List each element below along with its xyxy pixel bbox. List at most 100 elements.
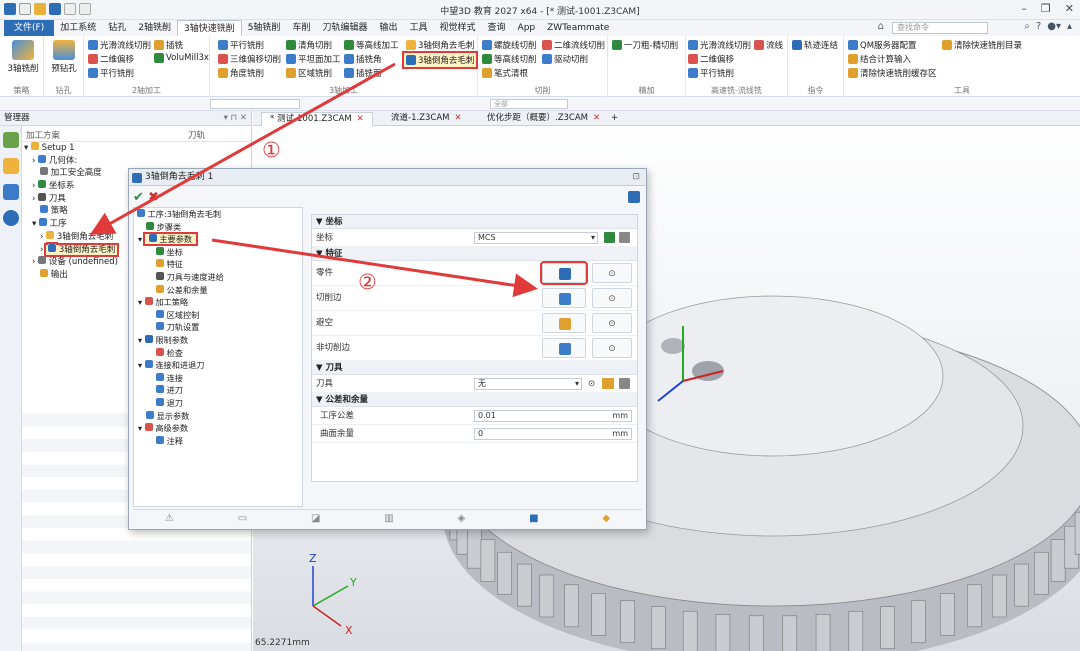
settings-icon[interactable]: ●▾ bbox=[1047, 21, 1061, 32]
combined-calc-input-button[interactable]: 结合计算输入 bbox=[848, 53, 911, 65]
tool-library-icon[interactable] bbox=[602, 378, 614, 389]
cut-edge-visibility-button[interactable]: ⊙ bbox=[592, 288, 632, 308]
dtree-strategy[interactable]: ▾ 加工策略 bbox=[134, 296, 302, 309]
flowline-button[interactable]: 流线 bbox=[754, 39, 783, 51]
dtree-tolerance[interactable]: 公差和余量 bbox=[134, 284, 302, 297]
dtree-path-settings[interactable]: 刀轨设置 bbox=[134, 321, 302, 334]
user-tab-icon[interactable] bbox=[3, 210, 19, 226]
verify-icon[interactable]: ◪ bbox=[311, 513, 320, 524]
drive-cut-button[interactable]: 驱动切削 bbox=[542, 53, 588, 65]
close-tab-icon[interactable]: ✕ bbox=[357, 114, 364, 124]
dtree-operation[interactable]: 工序:3轴倒角去毛刺 bbox=[134, 208, 302, 221]
hsm-smooth-flowline-button[interactable]: 光滑流线切削 bbox=[688, 39, 751, 51]
menu-drilling[interactable]: 钻孔 bbox=[102, 20, 132, 36]
part-visibility-button[interactable]: ⊙ bbox=[592, 263, 632, 283]
new-tab-button[interactable]: + bbox=[603, 112, 626, 126]
menu-5axis-milling[interactable]: 5轴铣削 bbox=[242, 20, 287, 36]
tab-opt-step-doc[interactable]: 优化步距（概要）.Z3CAM ✕ bbox=[479, 112, 608, 126]
smooth-flowline-button[interactable]: 光滑流线切削 bbox=[88, 39, 151, 51]
stock-input[interactable]: 0 mm bbox=[474, 428, 632, 440]
tolerance-input[interactable]: 0.01 mm bbox=[474, 410, 632, 422]
qm-server-config-button[interactable]: QM服务器配置 bbox=[848, 39, 917, 51]
tab-test-doc[interactable]: * 测试-1001.Z3CAM ✕ bbox=[261, 112, 373, 126]
tool-select[interactable]: 无 ▾ bbox=[474, 378, 582, 390]
view-tab-icon[interactable] bbox=[3, 184, 19, 200]
dtree-lead-in[interactable]: 进刀 bbox=[134, 384, 302, 397]
menu-toolpath-editor[interactable]: 刀轨编辑器 bbox=[316, 20, 373, 36]
section-tool[interactable]: ▼ 刀具 bbox=[312, 361, 637, 375]
clear-dir-button[interactable]: 清除快速铣削目录 bbox=[942, 39, 1022, 51]
dtree-area-control[interactable]: 区域控制 bbox=[134, 309, 302, 322]
simulate-icon[interactable]: ◈ bbox=[458, 513, 466, 524]
command-search-input[interactable]: 查找命令 bbox=[892, 22, 988, 34]
dtree-advanced[interactable]: ▾ 高级参数 bbox=[134, 422, 302, 435]
plunge-face-button[interactable]: 插铣面 bbox=[344, 67, 382, 79]
3axis-deburr-button[interactable]: 3轴倒角去毛刺 bbox=[401, 51, 479, 69]
dtree-link-lead[interactable]: ▾ 连接和进退刀 bbox=[134, 359, 302, 372]
dtree-limits[interactable]: ▾ 限制参数 bbox=[134, 334, 302, 347]
link-path-button[interactable]: 轨迹连结 bbox=[792, 39, 838, 51]
ok-check-icon[interactable]: ✔ bbox=[133, 190, 144, 205]
2d-flowline-cut-button[interactable]: 二维流线切削 bbox=[542, 39, 605, 51]
manager-tab-icon[interactable] bbox=[3, 132, 19, 148]
help-icon[interactable]: ? bbox=[1036, 21, 1041, 32]
close-tab-icon[interactable]: ✕ bbox=[593, 113, 600, 123]
plunge-button[interactable]: 插铣 bbox=[154, 39, 183, 51]
menu-turning[interactable]: 车削 bbox=[286, 20, 316, 36]
hsm-2d-offset-button[interactable]: 二维偏移 bbox=[688, 53, 734, 65]
predrill-button[interactable]: 预钻孔 bbox=[46, 38, 82, 74]
3d-offset-button[interactable]: 三维偏移切削 bbox=[218, 53, 281, 65]
dtree-link[interactable]: 连接 bbox=[134, 372, 302, 385]
pin-icon[interactable]: ▾ ⊓ ✕ bbox=[224, 111, 247, 126]
dtree-step-type[interactable]: 步骤类 bbox=[134, 221, 302, 234]
dtree-tool-feed[interactable]: 刀具与速度进给 bbox=[134, 271, 302, 284]
part-select-button[interactable] bbox=[540, 261, 588, 285]
plunge-corner-button[interactable]: 插铣角 bbox=[344, 53, 382, 65]
flat-face-button[interactable]: 平坦面加工 bbox=[286, 53, 341, 65]
cam-tab-icon[interactable] bbox=[3, 158, 19, 174]
contour-cut-button[interactable]: 等高线切削 bbox=[482, 53, 537, 65]
clear-cache-button[interactable]: 清除快速铣削缓存区 bbox=[848, 67, 937, 79]
menu-3axis-fast-milling[interactable]: 3轴快速铣削 bbox=[176, 20, 242, 36]
coord-pick-icon[interactable] bbox=[604, 232, 615, 243]
one-pass-cut-button[interactable]: 一刀粗-精切削 bbox=[612, 39, 678, 51]
generate-path-icon[interactable]: ◆ bbox=[602, 513, 610, 524]
menu-app[interactable]: App bbox=[512, 20, 542, 36]
dtree-lead-out[interactable]: 退刀 bbox=[134, 397, 302, 410]
dtree-coord[interactable]: 坐标 bbox=[134, 246, 302, 259]
minimize-icon[interactable]: – bbox=[1021, 2, 1027, 15]
dialog-help-icon[interactable] bbox=[628, 191, 640, 203]
non-cut-edge-visibility-button[interactable]: ⊙ bbox=[592, 338, 632, 358]
dtree-main-params[interactable]: ▾ 主要参数 bbox=[134, 232, 302, 247]
cut-edge-select-button[interactable] bbox=[542, 288, 586, 308]
close-tab-icon[interactable]: ✕ bbox=[455, 113, 462, 123]
save-template-icon[interactable]: ■ bbox=[529, 513, 538, 524]
area-milling-button[interactable]: 区域铣削 bbox=[286, 67, 332, 79]
menu-machining-system[interactable]: 加工系统 bbox=[54, 20, 102, 36]
menu-visual-style[interactable]: 视觉样式 bbox=[434, 20, 482, 36]
menu-2axis-milling[interactable]: 2轴铣削 bbox=[132, 20, 177, 36]
filter-dropdown[interactable]: 全部 bbox=[490, 99, 568, 109]
cancel-x-icon[interactable]: ✖ bbox=[148, 190, 159, 205]
2d-offset-button[interactable]: 二维偏移 bbox=[88, 53, 134, 65]
section-coord[interactable]: ▼ 坐标 bbox=[312, 215, 637, 229]
parallel-milling-button[interactable]: 平行铣削 bbox=[218, 39, 264, 51]
hsm-parallel-button[interactable]: 平行铣削 bbox=[688, 67, 734, 79]
search-button-icon[interactable]: ⌕ bbox=[1024, 21, 1030, 32]
pencil-clean-button[interactable]: 笔式清根 bbox=[482, 67, 528, 79]
wrench-icon[interactable] bbox=[619, 232, 630, 243]
parallel-milling-2x-button[interactable]: 平行铣削 bbox=[88, 67, 134, 79]
dialog-close-icon[interactable]: ⊡ bbox=[632, 169, 640, 186]
angle-milling-button[interactable]: 角度铣削 bbox=[218, 67, 264, 79]
avoid-select-button[interactable] bbox=[542, 313, 586, 333]
menu-query[interactable]: 查询 bbox=[482, 20, 512, 36]
coord-select[interactable]: MCS ▾ bbox=[474, 232, 598, 244]
calc-icon[interactable]: ⚠ bbox=[165, 513, 174, 524]
tool-eye-icon[interactable]: ⊙ bbox=[588, 375, 595, 393]
tool-wrench-icon[interactable] bbox=[619, 378, 630, 389]
non-cut-edge-select-button[interactable] bbox=[542, 338, 586, 358]
dtree-check[interactable]: 检查 bbox=[134, 347, 302, 360]
section-tolerance[interactable]: ▼ 公差和余量 bbox=[312, 393, 637, 407]
menu-output[interactable]: 输出 bbox=[373, 20, 403, 36]
volumill-button[interactable]: VoluMill3x bbox=[154, 53, 209, 63]
